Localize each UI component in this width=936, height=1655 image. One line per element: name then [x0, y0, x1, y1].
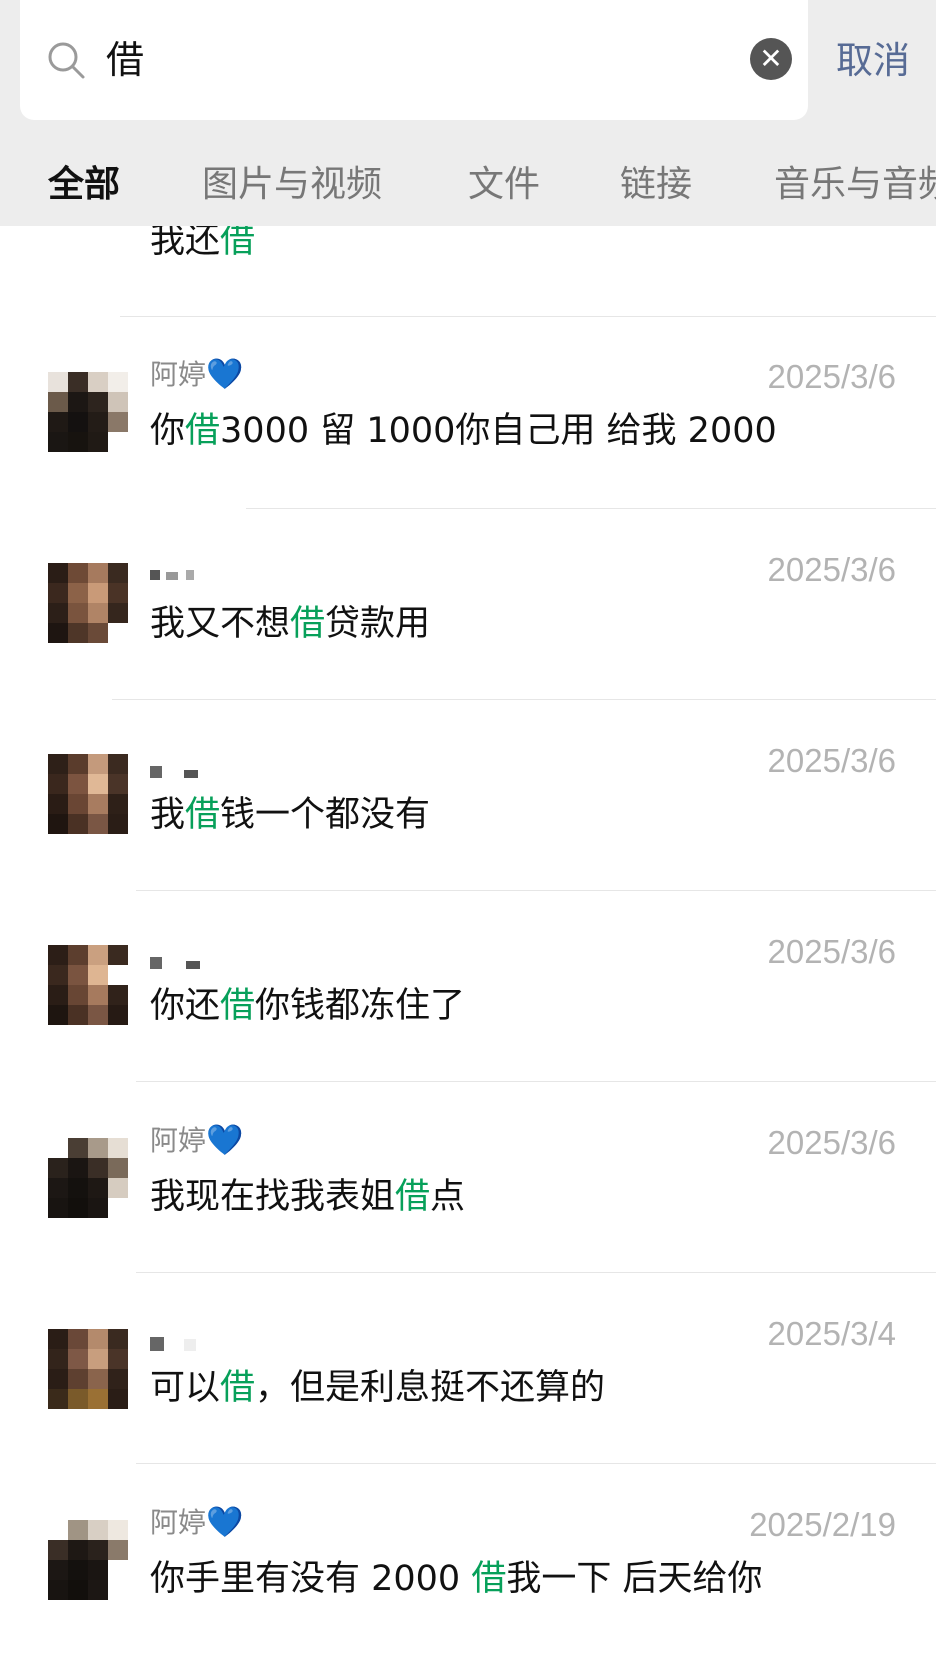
message-date: 2025/3/6 [767, 551, 896, 588]
close-icon: ✕ [759, 42, 783, 75]
message-snippet: 你还借你钱都冻住了 [150, 986, 466, 1026]
blue-heart-icon: 💙 [206, 1505, 244, 1540]
blue-heart-icon: 💙 [206, 357, 244, 392]
search-header: 借 ✕ 取消 全部 图片与视频 文件 链接 音乐与音频 [0, 0, 936, 226]
avatar [48, 754, 128, 834]
highlight-keyword: 借 [220, 221, 256, 261]
message-date: 2025/2/19 [749, 1506, 896, 1543]
message-date: 2025/3/4 [767, 1315, 896, 1352]
highlight-keyword: 借 [471, 1559, 507, 1599]
list-item[interactable]: 2025/3/6 我又不想借贷款用 [0, 508, 936, 699]
list-item[interactable]: 2025/3/6 你还借你钱都冻住了 [0, 890, 936, 1081]
cancel-button[interactable]: 取消 [836, 38, 910, 84]
avatar [48, 1138, 128, 1218]
message-snippet: 你借3000 留 1000你自己用 给我 2000 [150, 411, 777, 451]
search-input[interactable]: 借 ✕ [20, 0, 808, 120]
message-snippet: 我现在找我表姐借点 [150, 1177, 466, 1217]
highlight-keyword: 借 [220, 1368, 256, 1408]
highlight-keyword: 借 [185, 795, 221, 835]
contact-name: 阿婷💙 [150, 1123, 244, 1158]
tab-music-audio[interactable]: 音乐与音频 [774, 162, 936, 208]
message-date: 2025/3/6 [767, 742, 896, 779]
contact-name: 阿婷💙 [150, 357, 244, 392]
message-snippet: 可以借，但是利息挺不还算的 [150, 1368, 606, 1408]
contact-name-redacted [150, 751, 198, 787]
tab-links[interactable]: 链接 [620, 162, 692, 208]
message-snippet: 我又不想借贷款用 [150, 604, 431, 644]
list-item[interactable]: 阿婷💙 2025/2/19 你手里有没有 2000 借我一下 后天给你 [0, 1463, 936, 1654]
contact-name-redacted [150, 942, 200, 978]
clear-search-button[interactable]: ✕ [750, 38, 792, 80]
tab-all[interactable]: 全部 [48, 162, 120, 208]
contact-name: 阿婷💙 [150, 1505, 244, 1540]
blue-heart-icon: 💙 [206, 1123, 244, 1158]
highlight-keyword: 借 [395, 1177, 431, 1217]
message-date: 2025/3/6 [767, 358, 896, 395]
contact-name-redacted [150, 553, 194, 589]
message-snippet: 你手里有没有 2000 借我一下 后天给你 [150, 1559, 763, 1599]
avatar [48, 563, 128, 643]
contact-name-redacted [150, 1324, 196, 1360]
avatar [48, 945, 128, 1025]
tab-files[interactable]: 文件 [468, 162, 540, 208]
message-snippet: 我借钱一个都没有 [150, 795, 431, 835]
message-date: 2025/3/6 [767, 933, 896, 970]
highlight-keyword: 借 [290, 604, 326, 644]
list-item[interactable]: 2025/3/6 我借钱一个都没有 [0, 699, 936, 890]
filter-tabs: 全部 图片与视频 文件 链接 音乐与音频 [0, 150, 936, 220]
avatar [48, 372, 128, 452]
highlight-keyword: 借 [220, 986, 256, 1026]
highlight-keyword: 借 [185, 411, 221, 451]
tab-images-videos[interactable]: 图片与视频 [202, 162, 382, 208]
search-query-text[interactable]: 借 [106, 34, 144, 86]
search-results-list: 我还借 阿婷💙 2025/3/6 你借3000 留 1000你自己用 给我 20… [0, 0, 936, 1655]
avatar [48, 1329, 128, 1409]
avatar [48, 1520, 128, 1600]
list-item[interactable]: 阿婷💙 2025/3/6 我现在找我表姐借点 [0, 1081, 936, 1272]
search-icon [48, 42, 85, 79]
list-item[interactable]: 阿婷💙 2025/3/6 你借3000 留 1000你自己用 给我 2000 [0, 317, 936, 508]
message-date: 2025/3/6 [767, 1124, 896, 1161]
list-item[interactable]: 2025/3/4 可以借，但是利息挺不还算的 [0, 1272, 936, 1463]
